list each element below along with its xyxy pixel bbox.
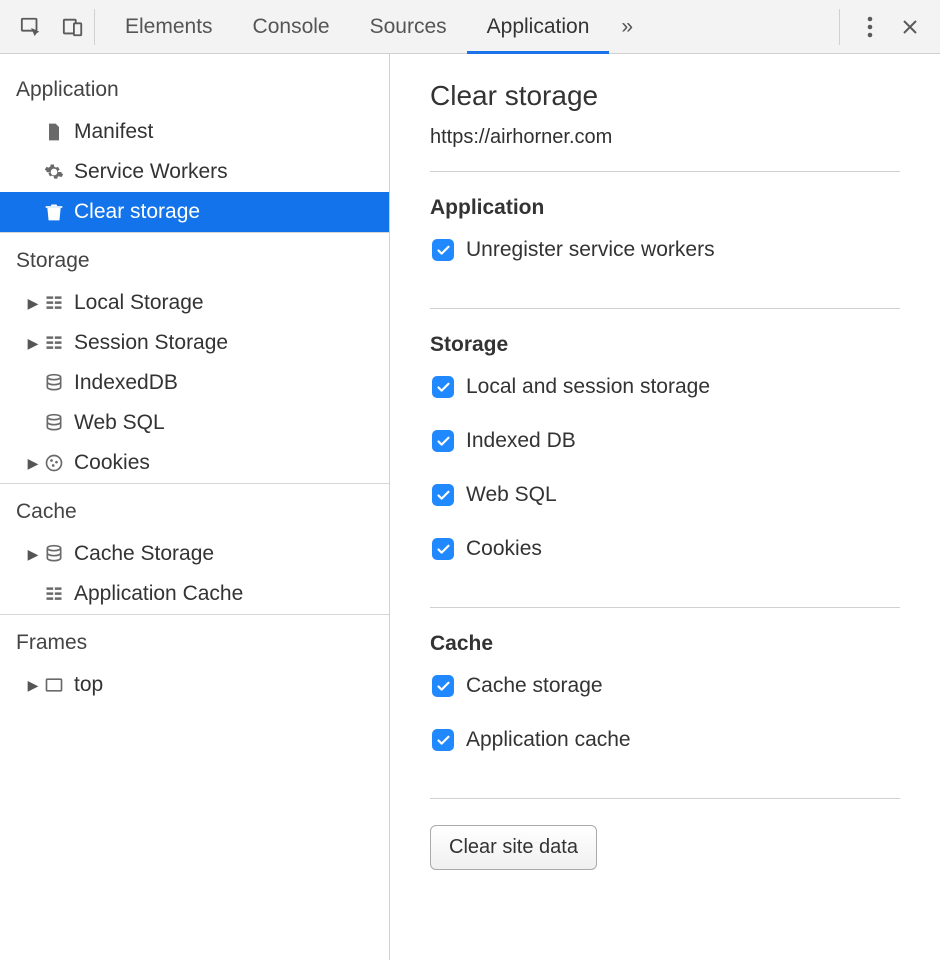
checkbox-label: Application cache xyxy=(466,728,631,752)
application-sidebar: Application▶Manifest▶Service Workers▶Cle… xyxy=(0,54,390,960)
tab-sources[interactable]: Sources xyxy=(350,0,467,53)
toolbar-right xyxy=(835,7,930,47)
checkbox-row: Indexed DB xyxy=(432,429,900,453)
close-devtools-icon[interactable] xyxy=(890,7,930,47)
checkbox-label: Cache storage xyxy=(466,674,603,698)
sidebar-item-label: Local Storage xyxy=(74,291,204,315)
checkbox-label: Local and session storage xyxy=(466,375,710,399)
sidebar-item-label: Clear storage xyxy=(74,200,200,224)
sidebar-group-storage: Storage▶Local Storage▶Session Storage▶In… xyxy=(0,233,389,484)
sidebar-item-service-workers[interactable]: ▶Service Workers xyxy=(0,152,389,192)
gear-icon xyxy=(42,160,66,184)
sidebar-item-web-sql[interactable]: ▶Web SQL xyxy=(0,403,389,443)
devtools-toolbar: ElementsConsoleSourcesApplication » xyxy=(0,0,940,54)
device-toggle-icon[interactable] xyxy=(56,10,90,44)
clear-site-data-button[interactable]: Clear site data xyxy=(430,825,597,870)
panel-section-cache: Cache Cache storage Application cache xyxy=(430,607,900,798)
expand-caret-icon[interactable]: ▶ xyxy=(24,677,42,694)
checkbox[interactable] xyxy=(432,729,454,751)
sidebar-item-application-cache[interactable]: ▶Application Cache xyxy=(0,574,389,614)
checkbox[interactable] xyxy=(432,484,454,506)
sidebar-item-local-storage[interactable]: ▶ Local Storage xyxy=(0,283,389,323)
inspect-icon[interactable] xyxy=(14,10,48,44)
expand-caret-icon[interactable]: ▶ xyxy=(24,335,42,352)
db-icon xyxy=(42,411,66,435)
document-icon xyxy=(42,120,66,144)
sidebar-item-session-storage[interactable]: ▶ Session Storage xyxy=(0,323,389,363)
checkbox-row: Cookies xyxy=(432,537,900,561)
grid-icon xyxy=(42,582,66,606)
trash-icon xyxy=(42,200,66,224)
panel-section-storage: Storage Local and session storage Indexed … xyxy=(430,308,900,607)
expand-caret-icon[interactable]: ▶ xyxy=(24,295,42,312)
sidebar-item-indexeddb[interactable]: ▶IndexedDB xyxy=(0,363,389,403)
sidebar-group-title: Cache xyxy=(0,484,389,534)
checkbox[interactable] xyxy=(432,376,454,398)
expand-caret-icon[interactable]: ▶ xyxy=(24,455,42,472)
tab-elements[interactable]: Elements xyxy=(105,0,233,53)
db-icon xyxy=(42,542,66,566)
more-tabs-icon[interactable]: » xyxy=(609,15,645,39)
checkbox-label: Unregister service workers xyxy=(466,238,715,262)
panel-section-application: Application Unregister service workers xyxy=(430,171,900,308)
sidebar-item-label: Web SQL xyxy=(74,411,165,435)
panel-footer: Clear site data xyxy=(430,798,900,886)
sidebar-item-label: IndexedDB xyxy=(74,371,178,395)
sidebar-item-label: Session Storage xyxy=(74,331,228,355)
panel-title: Clear storage xyxy=(430,80,900,112)
grid-icon xyxy=(42,291,66,315)
checkbox-row: Cache storage xyxy=(432,674,900,698)
toolbar-separator xyxy=(839,9,840,45)
checkbox-row: Application cache xyxy=(432,728,900,752)
toolbar-left xyxy=(14,10,90,44)
db-icon xyxy=(42,371,66,395)
section-title: Cache xyxy=(430,632,900,656)
checkbox-label: Cookies xyxy=(466,537,542,561)
sidebar-item-label: Cache Storage xyxy=(74,542,214,566)
tab-application[interactable]: Application xyxy=(467,0,610,53)
sidebar-item-cache-storage[interactable]: ▶ Cache Storage xyxy=(0,534,389,574)
grid-icon xyxy=(42,331,66,355)
sidebar-item-clear-storage[interactable]: ▶Clear storage xyxy=(0,192,389,232)
kebab-menu-icon[interactable] xyxy=(850,7,890,47)
checkbox[interactable] xyxy=(432,430,454,452)
sidebar-item-manifest[interactable]: ▶Manifest xyxy=(0,112,389,152)
sidebar-item-cookies[interactable]: ▶ Cookies xyxy=(0,443,389,483)
sidebar-group-application: Application▶Manifest▶Service Workers▶Cle… xyxy=(0,62,389,233)
toolbar-separator xyxy=(94,9,95,45)
section-title: Storage xyxy=(430,333,900,357)
tab-console[interactable]: Console xyxy=(233,0,350,53)
cookie-icon xyxy=(42,451,66,475)
checkbox[interactable] xyxy=(432,675,454,697)
checkbox-row: Local and session storage xyxy=(432,375,900,399)
sidebar-item-label: Cookies xyxy=(74,451,150,475)
checkbox[interactable] xyxy=(432,239,454,261)
panel-origin: https://airhorner.com xyxy=(430,126,900,149)
checkbox-row: Unregister service workers xyxy=(432,238,900,262)
sidebar-group-frames: Frames ▶ top xyxy=(0,615,389,705)
sidebar-item-label: Service Workers xyxy=(74,160,228,184)
sidebar-group-title: Application xyxy=(0,62,389,112)
checkbox-row: Web SQL xyxy=(432,483,900,507)
sidebar-item-label: Application Cache xyxy=(74,582,243,606)
sidebar-group-title: Frames xyxy=(0,615,389,665)
clear-storage-panel: Clear storage https://airhorner.com Appl… xyxy=(390,54,940,960)
sidebar-item-label: top xyxy=(74,673,103,697)
checkbox[interactable] xyxy=(432,538,454,560)
sidebar-group-title: Storage xyxy=(0,233,389,283)
sidebar-item-label: Manifest xyxy=(74,120,153,144)
checkbox-label: Web SQL xyxy=(466,483,557,507)
section-title: Application xyxy=(430,196,900,220)
sidebar-item-top[interactable]: ▶ top xyxy=(0,665,389,705)
checkbox-label: Indexed DB xyxy=(466,429,576,453)
devtools-tabs: ElementsConsoleSourcesApplication xyxy=(105,0,609,53)
expand-caret-icon[interactable]: ▶ xyxy=(24,546,42,563)
frame-icon xyxy=(42,673,66,697)
sidebar-group-cache: Cache ▶ Cache Storage ▶Application Cache xyxy=(0,484,389,615)
